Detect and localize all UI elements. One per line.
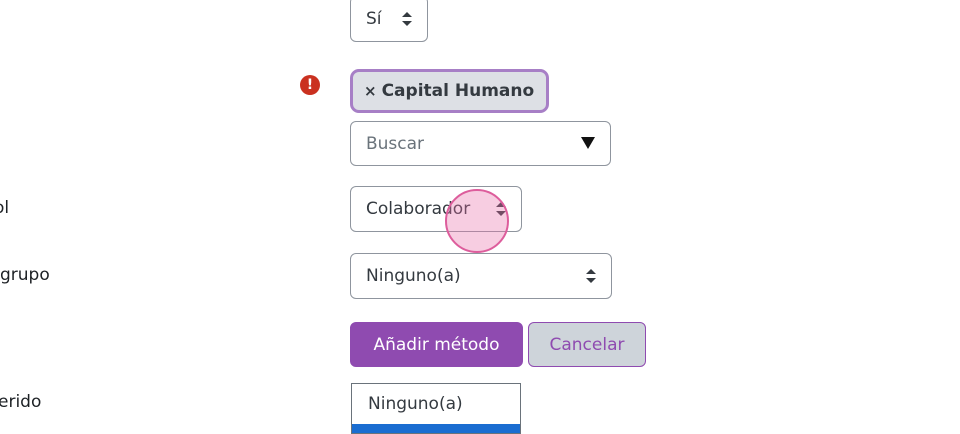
updown-arrows-icon: [586, 269, 596, 283]
cancel-button[interactable]: Cancelar: [528, 322, 646, 367]
group-label: grupo: [0, 265, 50, 285]
search-select[interactable]: Buscar: [350, 121, 611, 166]
search-placeholder: Buscar: [366, 133, 425, 154]
remove-tag-icon[interactable]: ×: [364, 82, 377, 100]
role-label: ol: [0, 198, 10, 218]
tag-label: Capital Humano: [381, 81, 535, 101]
error-icon: !: [300, 75, 320, 95]
required-label: erido: [0, 392, 42, 412]
group-select[interactable]: Ninguno(a): [350, 253, 612, 299]
yes-no-select-value: Sí: [366, 9, 382, 29]
updown-arrows-icon: [402, 12, 412, 26]
dropdown-option[interactable]: Ninguno(a): [352, 384, 520, 424]
group-select-value: Ninguno(a): [366, 266, 461, 286]
dropdown-listbox[interactable]: Ninguno(a): [351, 383, 521, 434]
add-method-button[interactable]: Añadir método: [350, 322, 523, 367]
updown-arrows-icon: [496, 202, 506, 216]
role-select[interactable]: Colaborador: [350, 186, 522, 232]
dropdown-arrow-icon[interactable]: [581, 137, 595, 149]
yes-no-select[interactable]: Sí: [350, 0, 428, 42]
role-select-value: Colaborador: [366, 199, 471, 219]
selected-tag[interactable]: × Capital Humano: [350, 69, 549, 113]
dropdown-option-highlighted[interactable]: [352, 424, 520, 433]
